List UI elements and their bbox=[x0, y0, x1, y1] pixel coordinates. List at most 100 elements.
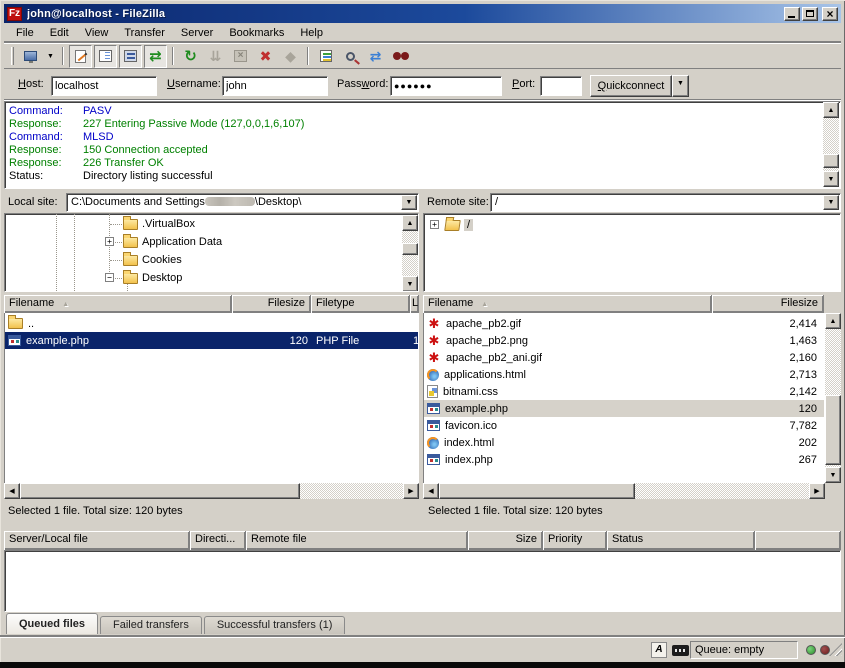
resize-grip[interactable] bbox=[829, 643, 842, 656]
scrollbar-thumb[interactable] bbox=[439, 483, 635, 499]
local-list-hscrollbar[interactable]: ◀ ▶ bbox=[4, 483, 419, 499]
maximize-button[interactable] bbox=[802, 7, 818, 21]
file-row-parent-dir[interactable]: .. bbox=[5, 315, 418, 332]
expand-minus-icon[interactable]: − bbox=[105, 273, 114, 282]
menu-help[interactable]: Help bbox=[292, 25, 331, 41]
scroll-left-button[interactable]: ◀ bbox=[4, 483, 20, 499]
scroll-down-button[interactable]: ▼ bbox=[402, 276, 418, 292]
file-row[interactable]: applications.html 2,713 bbox=[424, 366, 824, 383]
tree-item-virtualbox[interactable]: .VirtualBox bbox=[123, 215, 195, 233]
expand-plus-icon[interactable]: + bbox=[430, 220, 439, 229]
column-size[interactable]: Size bbox=[468, 531, 543, 550]
toggle-message-log-button[interactable] bbox=[69, 45, 92, 68]
menu-file[interactable]: File bbox=[8, 25, 42, 41]
remote-file-list[interactable]: ✱ apache_pb2.gif 2,414 ✱ apache_pb2.png … bbox=[423, 313, 825, 483]
cancel-button[interactable]: × bbox=[229, 45, 252, 68]
file-row[interactable]: ✱ apache_pb2.gif 2,414 bbox=[424, 315, 824, 332]
file-row-selected[interactable]: example.php 120 bbox=[424, 400, 824, 417]
transfer-type-ascii-icon[interactable]: A bbox=[651, 642, 667, 658]
file-row[interactable]: ✱ apache_pb2.png 1,463 bbox=[424, 332, 824, 349]
scrollbar-thumb[interactable] bbox=[402, 243, 418, 255]
file-row[interactable]: ✱ apache_pb2_ani.gif 2,160 bbox=[424, 349, 824, 366]
password-input[interactable] bbox=[390, 76, 502, 96]
scroll-down-button[interactable]: ▼ bbox=[825, 467, 841, 483]
scroll-up-button[interactable]: ▲ bbox=[823, 102, 839, 118]
remote-site-combo[interactable]: / ▼ bbox=[490, 193, 841, 212]
tree-item-application-data[interactable]: Application Data bbox=[123, 233, 222, 251]
tree-item-desktop[interactable]: Desktop bbox=[123, 269, 182, 287]
process-queue-button[interactable]: ⇊ bbox=[204, 45, 227, 68]
scroll-left-button[interactable]: ◀ bbox=[423, 483, 439, 499]
quickconnect-button[interactable]: Quickconnect bbox=[590, 75, 672, 97]
menu-server[interactable]: Server bbox=[173, 25, 221, 41]
column-server-local-file[interactable]: Server/Local file bbox=[4, 531, 190, 550]
menu-edit[interactable]: Edit bbox=[42, 25, 77, 41]
menu-transfer[interactable]: Transfer bbox=[116, 25, 173, 41]
site-manager-button[interactable] bbox=[19, 45, 42, 68]
message-log[interactable]: Command:PASV Response:227 Entering Passi… bbox=[4, 101, 841, 189]
log-scrollbar[interactable]: ▲ ▼ bbox=[823, 102, 839, 187]
scroll-up-button[interactable]: ▲ bbox=[825, 313, 841, 329]
directory-comparison-button[interactable] bbox=[339, 45, 362, 68]
scroll-down-button[interactable]: ▼ bbox=[823, 171, 839, 187]
combo-dropdown-icon[interactable]: ▼ bbox=[401, 195, 417, 210]
scroll-right-button[interactable]: ▶ bbox=[403, 483, 419, 499]
column-filesize[interactable]: Filesize bbox=[232, 295, 311, 313]
menu-bookmarks[interactable]: Bookmarks bbox=[221, 25, 292, 41]
toggle-remote-tree-button[interactable] bbox=[119, 45, 142, 68]
column-filename[interactable]: Filename▲ bbox=[423, 295, 712, 313]
column-remote-file[interactable]: Remote file bbox=[246, 531, 468, 550]
tab-failed-transfers[interactable]: Failed transfers bbox=[100, 616, 202, 634]
speed-limit-icon[interactable] bbox=[672, 645, 689, 656]
column-filename[interactable]: Filename▲ bbox=[4, 295, 232, 313]
toggle-transfer-queue-button[interactable]: ⇄ bbox=[144, 45, 167, 68]
queue-list[interactable] bbox=[4, 550, 841, 612]
remote-tree-panel[interactable]: + / bbox=[423, 213, 841, 292]
file-row[interactable]: favicon.ico 7,782 bbox=[424, 417, 824, 434]
column-status[interactable]: Status bbox=[607, 531, 755, 550]
local-site-combo[interactable]: C:\Documents and Settings\Desktop\ ▼ bbox=[66, 193, 419, 212]
scroll-up-button[interactable]: ▲ bbox=[402, 215, 418, 231]
file-row[interactable]: bitnami.css 2,142 bbox=[424, 383, 824, 400]
username-input[interactable] bbox=[222, 76, 328, 96]
scrollbar-thumb[interactable] bbox=[823, 154, 839, 168]
column-filetype[interactable]: Filetype bbox=[311, 295, 410, 313]
menu-view[interactable]: View bbox=[77, 25, 117, 41]
remote-list-hscrollbar[interactable]: ◀ ▶ bbox=[423, 483, 825, 499]
tree-item-root[interactable]: / bbox=[445, 216, 473, 234]
file-row[interactable]: index.html 202 bbox=[424, 434, 824, 451]
toolbar-grip[interactable] bbox=[11, 47, 14, 65]
column-direction[interactable]: Directi... bbox=[190, 531, 246, 550]
tree-item-cookies[interactable]: Cookies bbox=[123, 251, 182, 269]
column-priority[interactable]: Priority bbox=[543, 531, 607, 550]
local-tree-panel[interactable]: .VirtualBox + Application Data Cookies −… bbox=[4, 213, 419, 292]
file-row-example-php[interactable]: example.php 120 PHP File 1 bbox=[5, 332, 418, 349]
local-site-label: Local site: bbox=[8, 196, 58, 208]
tab-successful-transfers[interactable]: Successful transfers (1) bbox=[204, 616, 346, 634]
site-manager-dropdown[interactable]: ▼ bbox=[44, 45, 57, 68]
port-input[interactable] bbox=[540, 76, 582, 96]
toggle-local-tree-button[interactable] bbox=[94, 45, 117, 68]
tab-queued-files[interactable]: Queued files bbox=[6, 613, 98, 634]
close-button[interactable]: × bbox=[822, 7, 838, 21]
host-input[interactable] bbox=[51, 76, 157, 96]
remote-list-scrollbar[interactable]: ▲ ▼ bbox=[825, 313, 841, 483]
expand-plus-icon[interactable]: + bbox=[105, 237, 114, 246]
column-last-modified[interactable]: L bbox=[410, 295, 419, 313]
filter-button[interactable] bbox=[314, 45, 337, 68]
local-tree-scrollbar[interactable]: ▲ ▼ bbox=[402, 215, 418, 292]
column-filesize[interactable]: Filesize bbox=[712, 295, 824, 313]
minimize-button[interactable] bbox=[784, 7, 800, 21]
local-file-list[interactable]: .. example.php 120 PHP File 1 bbox=[4, 313, 419, 483]
synchronized-browsing-button[interactable]: ⇄ bbox=[364, 45, 387, 68]
scrollbar-thumb[interactable] bbox=[20, 483, 300, 499]
file-row[interactable]: index.php 267 bbox=[424, 451, 824, 468]
find-files-button[interactable] bbox=[389, 45, 412, 68]
disconnect-button[interactable]: ✖ bbox=[254, 45, 277, 68]
scroll-right-button[interactable]: ▶ bbox=[809, 483, 825, 499]
combo-dropdown-icon[interactable]: ▼ bbox=[823, 195, 839, 210]
scrollbar-thumb[interactable] bbox=[825, 395, 841, 465]
reconnect-button[interactable]: ◆ bbox=[279, 45, 302, 68]
refresh-button[interactable]: ↻ bbox=[179, 45, 202, 68]
quickconnect-dropdown[interactable]: ▼ bbox=[672, 75, 689, 97]
